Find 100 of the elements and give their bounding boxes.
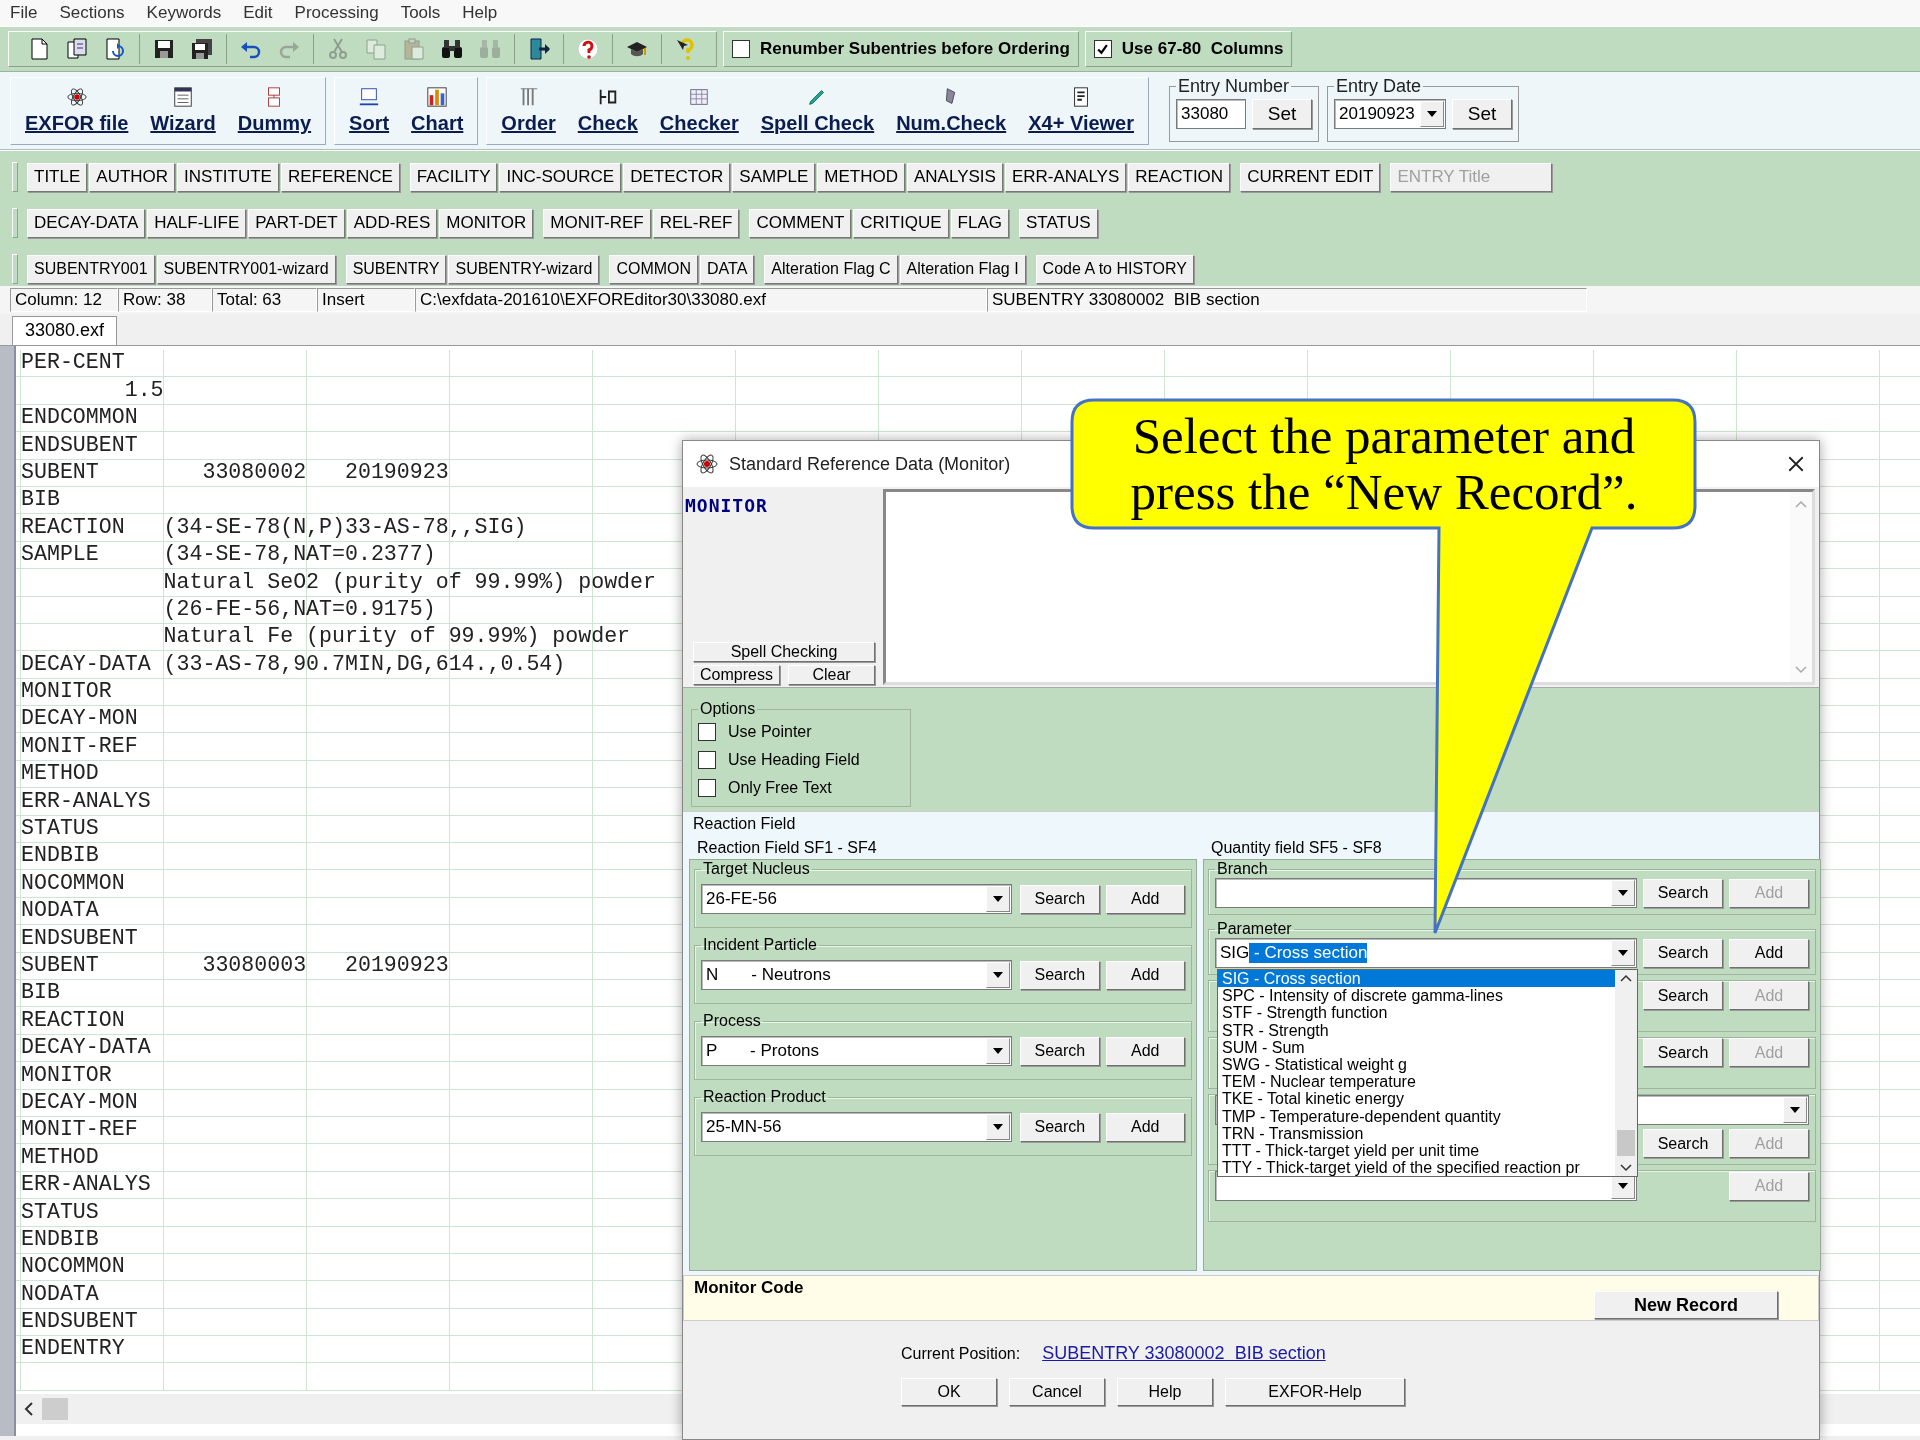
clear-button[interactable]: Clear bbox=[788, 665, 875, 685]
search-button[interactable]: Search bbox=[1020, 1036, 1100, 1066]
entry-number-field[interactable]: 33080 bbox=[1176, 98, 1247, 129]
dropdown-button[interactable] bbox=[1611, 880, 1635, 906]
compress-button[interactable]: Compress bbox=[693, 665, 780, 685]
section-button[interactable]: METHOD bbox=[817, 162, 905, 192]
menu-item[interactable]: Edit bbox=[243, 3, 273, 23]
menu-item[interactable]: Help bbox=[462, 3, 498, 23]
scrollbar-thumb[interactable] bbox=[42, 1398, 68, 1420]
menu-item[interactable]: File bbox=[10, 3, 38, 23]
combo-box[interactable]: N - Neutrons bbox=[701, 960, 1013, 990]
scroll-left-icon[interactable] bbox=[24, 1402, 34, 1416]
add-button[interactable]: Add bbox=[1105, 1112, 1185, 1142]
search-button[interactable]: Search bbox=[1020, 1112, 1100, 1142]
section-button[interactable]: DETECTOR bbox=[623, 162, 731, 192]
list-option[interactable]: SIG - Cross section bbox=[1218, 970, 1615, 988]
section-button[interactable]: MONIT-REF bbox=[543, 208, 651, 238]
vertical-scrollbar[interactable] bbox=[1615, 970, 1637, 1176]
close-icon[interactable] bbox=[1787, 455, 1805, 473]
set-button[interactable]: Set bbox=[1252, 98, 1313, 129]
toolbar-button[interactable]: Checker bbox=[659, 86, 739, 135]
list-option[interactable]: STR - Strength bbox=[1218, 1021, 1615, 1039]
section-button[interactable]: DATA bbox=[700, 254, 755, 284]
combo-box[interactable]: SIG - Cross section bbox=[1215, 938, 1637, 968]
list-option[interactable]: SPC - Intensity of discrete gamma-lines bbox=[1218, 987, 1615, 1005]
combo-box[interactable] bbox=[1215, 878, 1637, 908]
section-button[interactable]: PART-DET bbox=[248, 208, 345, 238]
dropdown-button[interactable] bbox=[1611, 940, 1635, 966]
dropdown-button[interactable] bbox=[986, 1114, 1011, 1140]
dropdown-button[interactable] bbox=[1420, 100, 1445, 127]
section-button[interactable]: INSTITUTE bbox=[177, 162, 279, 192]
chevron-down-icon[interactable] bbox=[1620, 1164, 1632, 1172]
current-position-link[interactable]: SUBENTRY 33080002 BIB section bbox=[1042, 1343, 1326, 1364]
section-button[interactable]: SUBENTRY bbox=[345, 254, 447, 284]
list-option[interactable]: TTY - Thick-target yield of the specified reaction pr bbox=[1218, 1159, 1615, 1176]
section-button[interactable]: CURRENT EDIT bbox=[1240, 162, 1381, 192]
section-button[interactable]: ANALYSIS bbox=[907, 162, 1003, 192]
list-option[interactable]: TEM - Nuclear temperature bbox=[1218, 1073, 1615, 1091]
toolbar-button[interactable]: Spell Check bbox=[760, 86, 875, 135]
checkbox[interactable] bbox=[698, 779, 716, 797]
checkbox[interactable] bbox=[732, 40, 750, 58]
file-tab[interactable]: 33080.exf bbox=[12, 316, 118, 345]
section-button[interactable]: INC-SOURCE bbox=[499, 162, 622, 192]
toolbar-button[interactable]: X4+ Viewer bbox=[1028, 86, 1135, 135]
section-button[interactable]: MONITOR bbox=[439, 208, 534, 238]
search-button[interactable]: Search bbox=[1020, 960, 1100, 990]
search-button[interactable]: Search bbox=[1020, 884, 1100, 914]
section-button[interactable]: ADD-RES bbox=[346, 208, 438, 238]
search-button[interactable]: Search bbox=[1643, 878, 1723, 908]
section-button[interactable]: Alteration Flag C bbox=[764, 254, 898, 284]
toolbar-button[interactable]: Order bbox=[501, 86, 556, 135]
dropdown-button[interactable] bbox=[986, 886, 1011, 912]
add-button[interactable]: Add bbox=[1105, 884, 1185, 914]
combo-box[interactable]: 26-FE-56 bbox=[701, 884, 1013, 914]
document-refresh-icon[interactable] bbox=[103, 37, 127, 61]
list-option[interactable]: STF - Strength function bbox=[1218, 1004, 1615, 1022]
dialog-button[interactable]: OK bbox=[901, 1378, 997, 1406]
section-button[interactable]: CRITIQUE bbox=[853, 208, 949, 238]
section-button[interactable]: SAMPLE bbox=[732, 162, 816, 192]
search-button[interactable]: Search bbox=[1643, 981, 1723, 1010]
documents-icon[interactable] bbox=[65, 37, 89, 61]
dialog-button[interactable]: Cancel bbox=[1009, 1378, 1105, 1406]
toolbar-button[interactable]: Sort bbox=[349, 86, 390, 135]
toolbar-button[interactable]: Check bbox=[577, 86, 638, 135]
entry-date-combo[interactable]: 20190923 bbox=[1334, 98, 1447, 129]
list-option[interactable]: SWG - Statistical weight g bbox=[1218, 1055, 1615, 1074]
section-button[interactable]: TITLE bbox=[27, 162, 88, 192]
list-option[interactable]: TRN - Transmission bbox=[1218, 1124, 1615, 1142]
save-icon[interactable] bbox=[152, 37, 176, 61]
toolbar-button[interactable]: Num.Check bbox=[896, 86, 1007, 135]
checkbox[interactable] bbox=[1093, 40, 1112, 58]
list-option[interactable]: SUM - Sum bbox=[1218, 1038, 1615, 1056]
section-button[interactable]: COMMON bbox=[609, 254, 699, 284]
toolbar-button[interactable]: Wizard bbox=[150, 86, 216, 135]
search-button[interactable]: Search bbox=[1643, 1038, 1723, 1067]
dropdown-button[interactable] bbox=[986, 962, 1011, 988]
exit-icon[interactable] bbox=[527, 37, 551, 61]
help-icon[interactable] bbox=[576, 37, 600, 61]
menu-item[interactable]: Sections bbox=[59, 3, 125, 23]
section-button[interactable]: REFERENCE bbox=[280, 162, 400, 192]
section-button[interactable]: AUTHOR bbox=[89, 162, 176, 192]
section-button[interactable]: SUBENTRY001-wizard bbox=[156, 254, 336, 284]
dialog-button[interactable]: EXFOR-Help bbox=[1225, 1378, 1405, 1406]
section-button[interactable]: DECAY-DATA bbox=[27, 208, 146, 238]
menu-item[interactable]: Keywords bbox=[146, 3, 222, 23]
toolbar-button[interactable]: Chart bbox=[411, 86, 464, 135]
section-button[interactable]: REACTION bbox=[1128, 162, 1231, 192]
add-button[interactable]: Add bbox=[1105, 960, 1185, 990]
section-button[interactable]: ERR-ANALYS bbox=[1004, 162, 1127, 192]
dialog-button[interactable]: Help bbox=[1117, 1378, 1213, 1406]
section-button[interactable]: COMMENT bbox=[749, 208, 852, 238]
checkbox[interactable] bbox=[698, 723, 716, 741]
section-button[interactable]: SUBENTRY001 bbox=[27, 254, 155, 284]
combo-box[interactable]: 25-MN-56 bbox=[701, 1112, 1013, 1142]
dropdown-button[interactable] bbox=[986, 1038, 1011, 1064]
search-button[interactable]: Search bbox=[1643, 938, 1723, 968]
section-button[interactable]: HALF-LIFE bbox=[147, 208, 247, 238]
scrollbar-thumb[interactable] bbox=[1617, 1130, 1635, 1156]
save-all-icon[interactable] bbox=[190, 37, 214, 61]
search-button[interactable]: Search bbox=[1643, 1129, 1723, 1158]
